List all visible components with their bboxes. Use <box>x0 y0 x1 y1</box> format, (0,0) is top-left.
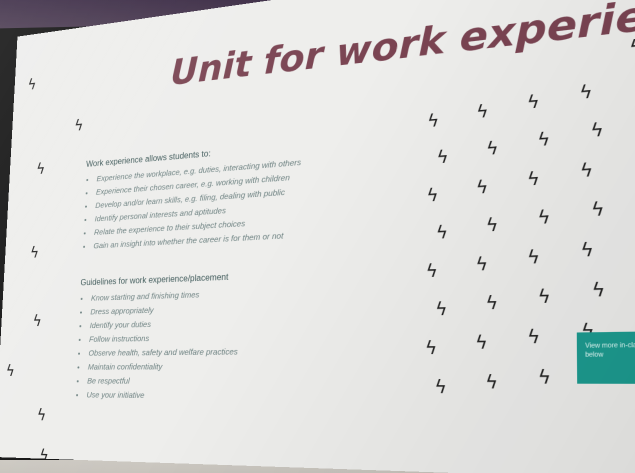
lightning-bolt-icon: ϟ <box>436 146 448 168</box>
lightning-bolt-icon: ϟ <box>426 184 438 206</box>
lightning-bolt-icon: ϟ <box>527 91 540 114</box>
lightning-bolt-icon: ϟ <box>590 197 605 222</box>
lightning-bolt-icon: ϟ <box>5 361 15 380</box>
lightning-bolt-icon: ϟ <box>580 238 594 262</box>
screen-perspective: ϟϟϟϟϟϟϟϟϟϟϟϟϟϟϟϟϟϟϟϟϟϟϟϟϟϟϟϟϟϟϟϟϟϟϟϟϟϟϟϟ… <box>0 0 635 473</box>
list-item: Maintain confidentiality <box>88 358 397 374</box>
lightning-bolt-icon: ϟ <box>32 311 42 330</box>
lightning-bolt-icon: ϟ <box>434 375 447 399</box>
lightning-bolt-icon: ϟ <box>537 365 552 389</box>
lightning-bolt-icon: ϟ <box>425 260 438 282</box>
lightning-bolt-icon: ϟ <box>427 110 439 132</box>
lightning-bolt-icon: ϟ <box>27 75 37 94</box>
lightning-bolt-icon: ϟ <box>39 446 49 466</box>
lightning-bolt-icon: ϟ <box>580 159 594 182</box>
lightning-bolt-icon: ϟ <box>435 298 448 321</box>
list-item: Use your initiative <box>86 388 396 405</box>
page-title: Unit for work experience <box>169 0 635 95</box>
lightning-bolt-icon: ϟ <box>475 331 488 354</box>
lightning-bolt-icon: ϟ <box>486 137 499 159</box>
lightning-bolt-icon: ϟ <box>435 221 449 244</box>
lightning-bolt-icon: ϟ <box>537 205 551 229</box>
lightning-bolt-icon: ϟ <box>537 128 550 151</box>
monitor-screen: ϟϟϟϟϟϟϟϟϟϟϟϟϟϟϟϟϟϟϟϟϟϟϟϟϟϟϟϟϟϟϟϟϟϟϟϟϟϟϟϟ… <box>0 0 635 473</box>
lightning-bolt-icon: ϟ <box>590 119 604 142</box>
lightning-bolt-icon: ϟ <box>527 168 540 191</box>
lightning-bolt-icon: ϟ <box>74 116 84 135</box>
content-column: Work experience allows students to: Expe… <box>75 130 400 405</box>
lightning-bolt-icon: ϟ <box>476 100 488 122</box>
lightning-bolt-icon: ϟ <box>36 405 46 424</box>
lightning-bolt-icon: ϟ <box>591 278 606 302</box>
lightning-bolt-icon: ϟ <box>30 243 40 262</box>
lightning-bolt-icon: ϟ <box>36 159 46 178</box>
lightning-bolt-icon: ϟ <box>476 176 489 198</box>
lightning-bolt-icon: ϟ <box>475 253 489 276</box>
guidelines-list: Know starting and finishing times Dress … <box>75 281 398 405</box>
lightning-bolt-icon: ϟ <box>579 81 592 104</box>
lightning-bolt-icon: ϟ <box>537 285 551 309</box>
list-item: Be respectful <box>87 374 397 390</box>
lightning-bolt-icon: ϟ <box>526 245 541 269</box>
lightning-bolt-icon: ϟ <box>485 213 499 237</box>
view-more-button[interactable]: View more in-class work below <box>576 331 635 384</box>
lightning-bolt-icon: ϟ <box>485 370 499 394</box>
guidelines-section: Guidelines for work experience/placement… <box>75 263 398 405</box>
lightning-bolt-icon: ϟ <box>485 291 499 315</box>
lightning-bolt-icon: ϟ <box>424 337 438 359</box>
lightning-bolt-icon: ϟ <box>527 325 541 349</box>
